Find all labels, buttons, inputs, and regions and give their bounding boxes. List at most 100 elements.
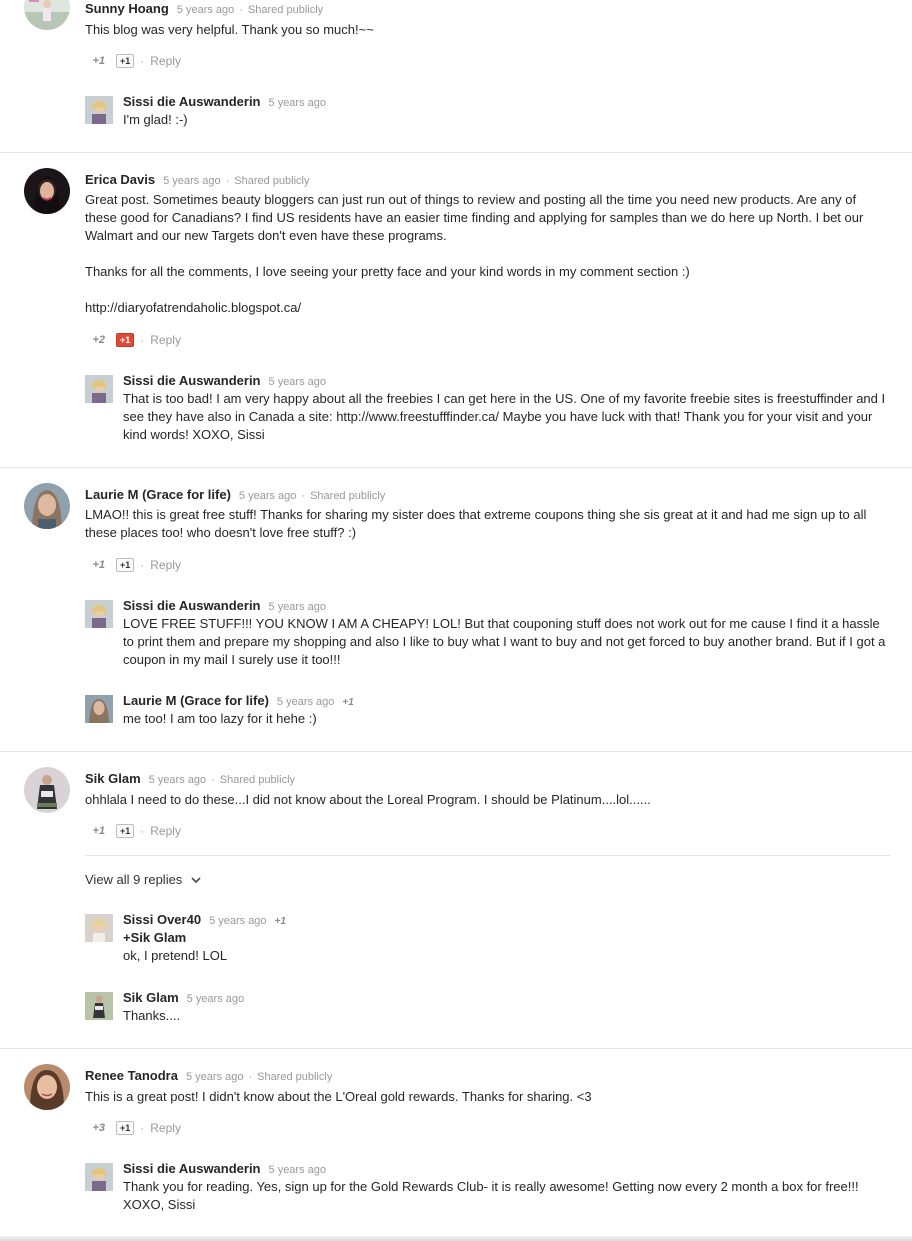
plusone-button[interactable]: +1	[116, 558, 135, 572]
avatar[interactable]	[24, 767, 70, 813]
paragraph: Thanks for all the comments, I love seei…	[85, 264, 690, 279]
reply-header: Sissi die Auswanderin 5 years ago	[123, 1161, 326, 1178]
timestamp[interactable]: 5 years ago	[269, 376, 326, 388]
author-name[interactable]: Sik Glam	[123, 990, 179, 1005]
reply-text: LOVE FREE STUFF!!! YOU KNOW I AM A CHEAP…	[123, 616, 886, 667]
author-name[interactable]: Sik Glam	[85, 771, 141, 786]
plus-count: +1	[342, 697, 354, 708]
comment-actions: +1 +1 · Reply	[85, 557, 181, 573]
author-name[interactable]: Renee Tanodra	[85, 1068, 178, 1083]
timestamp[interactable]: 5 years ago	[269, 1164, 326, 1176]
comment-thread: Erica Davis 5 years ago · Shared publicly G…	[0, 153, 912, 468]
comment-header: Sik Glam 5 years ago · Shared publicly	[85, 771, 295, 788]
chevron-down-icon	[191, 876, 201, 883]
avatar[interactable]	[85, 96, 113, 124]
reply-text: +Sik Glam ok, I pretend! LOL	[123, 929, 893, 965]
plusone-button[interactable]: +1	[116, 333, 135, 347]
reply-text: me too! I am too lazy for it hehe :)	[123, 711, 317, 726]
separator: ·	[301, 490, 306, 502]
reply-button[interactable]: Reply	[150, 53, 181, 69]
visibility-label: Shared publicly	[219, 774, 296, 786]
comment-header: Laurie M (Grace for life) 5 years ago · Sha…	[85, 487, 385, 504]
comment-text: This is a great post! I didn't know abou…	[85, 1089, 592, 1104]
reply-button[interactable]: Reply	[150, 823, 181, 839]
avatar[interactable]	[24, 0, 70, 30]
visibility-label: Shared publicly	[234, 175, 310, 187]
link[interactable]: http://diaryofatrendaholic.blogspot.ca/	[85, 299, 890, 317]
separator: ·	[140, 54, 145, 68]
reply-header: Sik Glam 5 years ago	[123, 990, 244, 1007]
author-name[interactable]: Sunny Hoang	[85, 1, 169, 16]
separator: ·	[140, 824, 145, 838]
author-name[interactable]: Laurie M (Grace for life)	[123, 693, 269, 708]
plus-count: +1	[92, 825, 105, 837]
timestamp[interactable]: 5 years ago	[209, 915, 266, 927]
reply-button[interactable]: Reply	[150, 557, 181, 573]
avatar[interactable]	[85, 914, 113, 942]
reply-header: Laurie M (Grace for life) 5 years ago +1	[123, 693, 354, 711]
comment-text: ohhlala I need to do these...I did not k…	[85, 792, 651, 807]
plusone-button[interactable]: +1	[116, 824, 135, 838]
timestamp[interactable]: 5 years ago	[149, 774, 206, 786]
separator: ·	[140, 558, 145, 572]
author-name[interactable]: Erica Davis	[85, 172, 155, 187]
avatar[interactable]	[24, 1064, 70, 1110]
plusone-button[interactable]: +1	[116, 54, 135, 68]
comment-actions: +2 +1 · Reply	[85, 332, 181, 348]
avatar[interactable]	[85, 600, 113, 628]
reply-text: I'm glad! :-)	[123, 112, 188, 127]
timestamp[interactable]: 5 years ago	[277, 696, 334, 708]
reply-header: Sissi die Auswanderin 5 years ago	[123, 94, 326, 111]
comment-thread: Renee Tanodra 5 years ago · Shared publicly…	[0, 1049, 912, 1236]
timestamp[interactable]: 5 years ago	[269, 97, 326, 109]
timestamp[interactable]: 5 years ago	[239, 490, 296, 502]
separator: ·	[211, 774, 215, 786]
comment-thread: Sik Glam 5 years ago · Shared publicly ohhl…	[0, 752, 912, 1049]
comment-text: This blog was very helpful. Thank you so…	[85, 22, 374, 37]
comment-thread: Sunny Hoang 5 years ago · Shared publicly T…	[0, 0, 912, 153]
avatar[interactable]	[24, 168, 70, 214]
comment-header: Renee Tanodra 5 years ago · Shared publicly	[85, 1068, 332, 1085]
divider	[85, 855, 890, 856]
avatar[interactable]	[85, 375, 113, 403]
reply-header: Sissi die Auswanderin 5 years ago	[123, 373, 326, 390]
separator: ·	[225, 175, 230, 187]
reply-button[interactable]: Reply	[150, 1120, 181, 1136]
timestamp[interactable]: 5 years ago	[186, 1071, 243, 1083]
avatar[interactable]	[85, 1163, 113, 1191]
separator: ·	[140, 333, 145, 347]
reply-header: Sissi Over40 5 years ago +1	[123, 912, 286, 930]
author-name[interactable]: Sissi die Auswanderin	[123, 94, 261, 109]
visibility-label: Shared publicly	[257, 1071, 333, 1083]
plus-count: +3	[92, 1122, 105, 1134]
bottom-edge	[0, 1236, 912, 1241]
timestamp[interactable]: 5 years ago	[269, 601, 326, 613]
author-name[interactable]: Laurie M (Grace for life)	[85, 487, 231, 502]
avatar[interactable]	[24, 483, 70, 529]
timestamp[interactable]: 5 years ago	[177, 4, 234, 16]
plusone-button[interactable]: +1	[116, 1121, 135, 1135]
view-all-label: View all 9 replies	[85, 872, 183, 887]
author-name[interactable]: Sissi Over40	[123, 912, 201, 927]
view-all-replies-button[interactable]: View all 9 replies	[85, 872, 202, 887]
comment-header: Erica Davis 5 years ago · Shared publicly	[85, 172, 309, 189]
avatar[interactable]	[85, 695, 113, 723]
separator: ·	[248, 1071, 253, 1083]
separator: ·	[140, 1121, 145, 1135]
author-name[interactable]: Sissi die Auswanderin	[123, 1161, 261, 1176]
plus-count: +2	[92, 334, 105, 346]
reply-text: Thank you for reading. Yes, sign up for …	[123, 1179, 859, 1212]
plus-count: +1	[92, 55, 105, 67]
timestamp[interactable]: 5 years ago	[163, 175, 220, 187]
reply-text: That is too bad! I am very happy about a…	[123, 391, 886, 442]
author-name[interactable]: Sissi die Auswanderin	[123, 598, 261, 613]
comment-thread: Laurie M (Grace for life) 5 years ago · Sha…	[0, 468, 912, 752]
reply-button[interactable]: Reply	[150, 332, 181, 348]
mention-link[interactable]: +Sik Glam	[123, 929, 893, 947]
timestamp[interactable]: 5 years ago	[187, 993, 244, 1005]
comment-actions: +1 +1 · Reply	[85, 53, 181, 69]
plus-count: +1	[274, 916, 286, 927]
author-name[interactable]: Sissi die Auswanderin	[123, 373, 261, 388]
avatar[interactable]	[85, 992, 113, 1020]
reply-header: Sissi die Auswanderin 5 years ago	[123, 598, 326, 615]
